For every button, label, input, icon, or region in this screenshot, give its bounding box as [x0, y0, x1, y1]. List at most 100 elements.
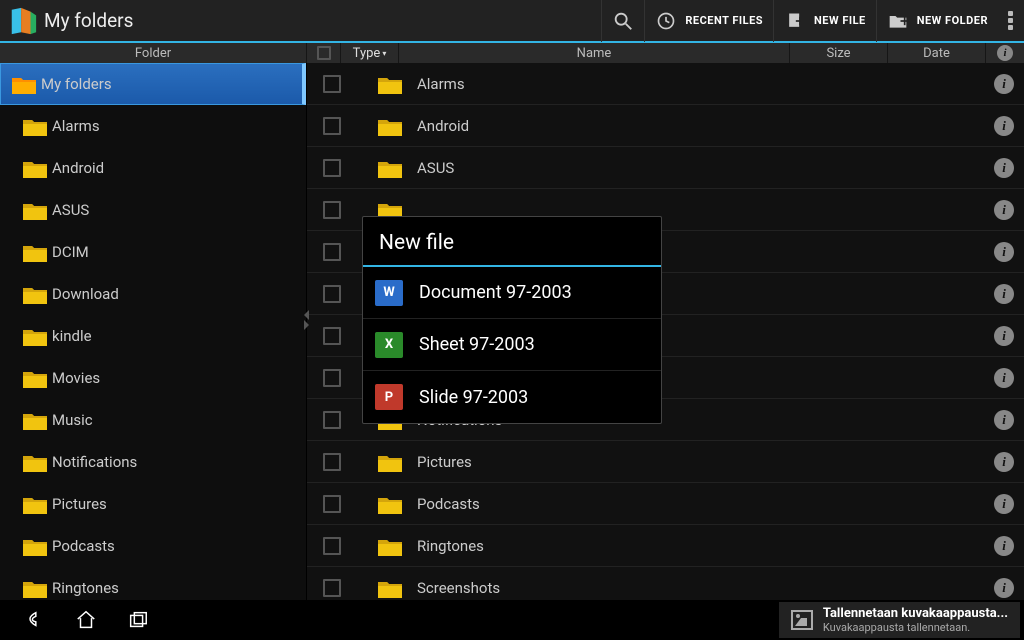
sidebar-item-label: DCIM [52, 243, 89, 261]
dialog-title: New file [363, 217, 661, 267]
sidebar-item-label: Ringtones [52, 579, 119, 597]
sidebar-item[interactable]: Music [0, 399, 306, 441]
overflow-menu-button[interactable] [998, 0, 1022, 42]
dialog-option-label: Slide 97-2003 [419, 387, 528, 408]
col-select-all[interactable] [307, 43, 341, 63]
back-button[interactable] [8, 600, 60, 640]
folder-icon [22, 535, 48, 557]
info-button[interactable]: i [994, 116, 1014, 136]
col-type[interactable]: Type▾ [341, 43, 399, 63]
folder-icon [377, 577, 403, 599]
recent-files-label: RECENT FILES [685, 14, 763, 27]
sidebar-item-label: Notifications [52, 453, 137, 471]
file-name: Podcasts [417, 495, 994, 513]
sidebar-item[interactable]: Podcasts [0, 525, 306, 567]
checkbox[interactable] [323, 537, 341, 555]
folder-icon [22, 241, 48, 263]
checkbox[interactable] [323, 495, 341, 513]
checkbox[interactable] [323, 411, 341, 429]
dialog-option-sheet[interactable]: XSheet 97-2003 [363, 319, 661, 371]
folder-icon [377, 157, 403, 179]
file-row[interactable]: Podcastsi [307, 483, 1024, 525]
new-file-button[interactable]: NEW FILE [773, 0, 876, 42]
checkbox[interactable] [323, 75, 341, 93]
info-button[interactable]: i [994, 494, 1014, 514]
folder-icon [22, 493, 48, 515]
file-name: Pictures [417, 453, 994, 471]
info-button[interactable]: i [994, 200, 1014, 220]
sidebar-item[interactable]: Download [0, 273, 306, 315]
col-folder[interactable]: Folder [0, 43, 307, 63]
system-nav-bar: Tallennetaan kuvakaappausta... Kuvakaapp… [0, 600, 1024, 640]
clock-icon [655, 10, 677, 32]
splitter-handle[interactable] [304, 310, 309, 330]
checkbox[interactable] [323, 201, 341, 219]
folder-icon [377, 115, 403, 137]
folder-icon [22, 283, 48, 305]
sidebar-item[interactable]: kindle [0, 315, 306, 357]
col-date[interactable]: Date [888, 43, 986, 63]
info-button[interactable]: i [994, 326, 1014, 346]
search-button[interactable] [601, 0, 644, 42]
sidebar-item-label: Android [52, 159, 104, 177]
file-row[interactable]: ASUSi [307, 147, 1024, 189]
sidebar-item-label: Podcasts [52, 537, 115, 555]
info-button[interactable]: i [994, 536, 1014, 556]
app-bar: My folders RECENT FILES NEW FILE NEW FOL… [0, 0, 1024, 43]
info-button[interactable]: i [994, 452, 1014, 472]
info-button[interactable]: i [994, 578, 1014, 598]
file-row[interactable]: Ringtonesi [307, 525, 1024, 567]
home-button[interactable] [60, 600, 112, 640]
folder-icon [22, 409, 48, 431]
checkbox[interactable] [323, 369, 341, 387]
checkbox[interactable] [323, 159, 341, 177]
folder-icon [22, 577, 48, 599]
toast-title: Tallennetaan kuvakaappausta... [823, 606, 1008, 621]
new-folder-label: NEW FOLDER [917, 14, 988, 27]
checkbox[interactable] [323, 243, 341, 261]
folder-icon [377, 451, 403, 473]
sidebar-item[interactable]: Android [0, 147, 306, 189]
sidebar-item[interactable]: ASUS [0, 189, 306, 231]
doc-icon: W [375, 280, 403, 306]
file-name: Alarms [417, 75, 994, 93]
recent-files-button[interactable]: RECENT FILES [644, 0, 773, 42]
info-button[interactable]: i [994, 284, 1014, 304]
new-file-icon [784, 10, 806, 32]
new-file-dialog: New file WDocument 97-2003XSheet 97-2003… [362, 216, 662, 424]
sidebar-item[interactable]: Pictures [0, 483, 306, 525]
dialog-option-doc[interactable]: WDocument 97-2003 [363, 267, 661, 319]
recents-button[interactable] [112, 600, 164, 640]
folder-icon [377, 493, 403, 515]
search-icon [612, 10, 634, 32]
col-name[interactable]: Name [399, 43, 790, 63]
info-button[interactable]: i [994, 242, 1014, 262]
checkbox[interactable] [323, 327, 341, 345]
file-row[interactable]: Picturesi [307, 441, 1024, 483]
dialog-option-slide[interactable]: PSlide 97-2003 [363, 371, 661, 423]
info-button[interactable]: i [994, 158, 1014, 178]
sidebar-item[interactable]: Notifications [0, 441, 306, 483]
file-name: Ringtones [417, 537, 994, 555]
info-button[interactable]: i [994, 410, 1014, 430]
screenshot-toast[interactable]: Tallennetaan kuvakaappausta... Kuvakaapp… [779, 602, 1020, 638]
sidebar-item[interactable]: DCIM [0, 231, 306, 273]
checkbox[interactable] [323, 285, 341, 303]
sidebar-item-root[interactable]: My folders [0, 63, 306, 105]
info-button[interactable]: i [994, 74, 1014, 94]
new-folder-button[interactable]: NEW FOLDER [876, 0, 998, 42]
folder-icon [11, 73, 37, 95]
checkbox[interactable] [323, 453, 341, 471]
page-title: My folders [44, 9, 133, 32]
file-row[interactable]: Androidi [307, 105, 1024, 147]
file-row[interactable]: Alarmsi [307, 63, 1024, 105]
info-button[interactable]: i [994, 368, 1014, 388]
sidebar-item[interactable]: Alarms [0, 105, 306, 147]
checkbox[interactable] [323, 579, 341, 597]
col-size[interactable]: Size [790, 43, 888, 63]
sidebar-item[interactable]: Movies [0, 357, 306, 399]
checkbox[interactable] [323, 117, 341, 135]
sidebar-item[interactable]: Ringtones [0, 567, 306, 600]
dialog-option-label: Sheet 97-2003 [419, 334, 535, 355]
new-file-label: NEW FILE [814, 14, 866, 27]
